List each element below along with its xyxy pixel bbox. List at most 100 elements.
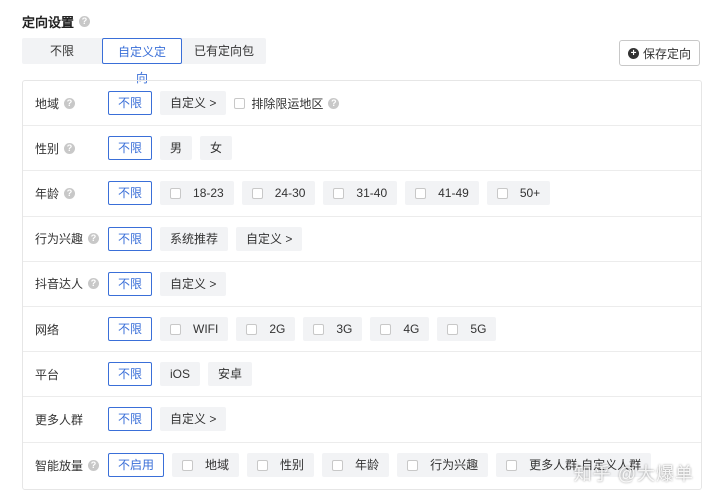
age-option[interactable]: 18-23 [160,181,234,206]
targeting-panel: 地域 ? 不限 自定义 > 排除限运地区 ? 性别 ? 不限 男 女 年龄 ? [22,80,702,490]
network-option[interactable]: 5G [437,317,497,342]
row-options: 不限 iOS 安卓 [108,362,253,387]
platform-option-android[interactable]: 安卓 [208,362,253,387]
system-recommend-option[interactable]: 系统推荐 [160,226,229,251]
checkbox-icon [182,459,194,471]
section-title: 定向设置 ? [22,12,91,31]
row-age: 年龄 ? 不限 18-23 24-30 31-40 41-49 50+ [23,171,701,217]
exclude-restricted-checkbox[interactable]: 排除限运地区 ? [234,95,340,112]
row-platform: 平台 不限 iOS 安卓 [23,352,701,398]
age-option[interactable]: 50+ [486,181,551,206]
expansion-option[interactable]: 行为兴趣 [397,453,489,478]
gender-option-male[interactable]: 男 [160,136,193,161]
row-options: 不限 男 女 [108,136,233,161]
expansion-option-label: 行为兴趣 [430,458,479,473]
row-network: 网络 不限 WIFI 2G 3G 4G 5G [23,307,701,353]
row-label: 年龄 ? [23,185,108,202]
section-title-text: 定向设置 [22,15,75,30]
plus-circle-icon: + [627,47,639,59]
row-label: 网络 [23,321,108,338]
row-label-text: 智能放量 [35,458,84,473]
gender-option-female[interactable]: 女 [200,136,233,161]
checkbox-icon [251,187,263,199]
help-icon[interactable]: ? [64,187,76,199]
network-option[interactable]: WIFI [160,317,229,342]
help-icon[interactable]: ? [88,233,100,245]
row-options: 不限 WIFI 2G 3G 4G 5G [108,317,497,342]
help-icon[interactable]: ? [88,278,100,290]
tab-existing-package[interactable]: 已有定向包 [182,38,266,64]
unlimited-option[interactable]: 不限 [108,271,153,296]
row-options: 不限 自定义 > [108,407,227,432]
age-option[interactable]: 41-49 [405,181,479,206]
age-option[interactable]: 24-30 [241,181,316,206]
expansion-option-label: 年龄 [355,458,380,473]
tab-custom-targeting[interactable]: 自定义定向 [102,38,182,85]
disable-option[interactable]: 不启用 [108,453,165,478]
save-targeting-label: 保存定向 [642,46,691,61]
row-douyin-creators: 抖音达人 ? 不限 自定义 > [23,262,701,307]
exclude-label: 排除限运地区 [251,96,324,111]
help-icon[interactable]: ? [88,459,100,471]
help-icon[interactable]: ? [64,142,76,154]
save-targeting-button[interactable]: + 保存定向 [618,40,700,66]
row-options: 不限 自定义 > 排除限运地区 ? [108,91,340,116]
unlimited-option[interactable]: 不限 [108,226,153,251]
checkbox-icon [407,459,419,471]
network-option-label: 3G [336,322,353,337]
checkbox-icon [506,459,518,471]
network-option-label: WIFI [193,322,219,337]
row-label: 智能放量 ? [23,457,108,474]
watermark: 知乎 @大爆单 [573,464,694,484]
custom-option[interactable]: 自定义 > [236,226,303,251]
age-option[interactable]: 31-40 [323,181,398,206]
row-label-text: 地域 [35,96,60,111]
help-icon[interactable]: ? [64,97,76,109]
network-option-label: 5G [470,322,487,337]
platform-option-ios[interactable]: iOS [160,362,201,387]
checkbox-icon [170,187,182,199]
row-label: 平台 [23,366,108,383]
help-icon[interactable]: ? [79,16,91,27]
checkbox-icon [496,187,508,199]
age-option-label: 31-40 [356,186,388,201]
network-option[interactable]: 3G [303,317,363,342]
help-icon[interactable]: ? [328,97,340,109]
age-option-label: 24-30 [274,186,306,201]
network-option[interactable]: 2G [236,317,296,342]
row-label-text: 更多人群 [35,412,84,427]
expansion-option-label: 地域 [205,458,230,473]
expansion-option[interactable]: 年龄 [322,453,390,478]
row-behavior-interest: 行为兴趣 ? 不限 系统推荐 自定义 > [23,217,701,262]
network-option-label: 4G [403,322,420,337]
row-label-text: 抖音达人 [35,277,84,292]
unlimited-option[interactable]: 不限 [108,407,153,432]
row-label-text: 行为兴趣 [35,232,84,247]
row-options: 不限 系统推荐 自定义 > [108,226,303,251]
tab-unlimited[interactable]: 不限 [22,38,102,64]
age-option-label: 50+ [519,186,541,201]
row-label-text: 平台 [35,367,60,382]
row-options: 不限 自定义 > [108,271,227,296]
custom-option[interactable]: 自定义 > [160,91,227,116]
unlimited-option[interactable]: 不限 [108,181,153,206]
checkbox-icon [313,323,325,335]
row-options: 不启用 地域 性别 年龄 行为兴趣 更多人群-自定义人群 [108,453,652,478]
custom-option[interactable]: 自定义 > [160,271,227,296]
row-label: 性别 ? [23,140,108,157]
checkbox-icon [415,187,427,199]
row-label: 抖音达人 ? [23,275,108,292]
unlimited-option[interactable]: 不限 [108,317,153,342]
expansion-option[interactable]: 性别 [247,453,315,478]
unlimited-option[interactable]: 不限 [108,91,153,116]
expansion-option[interactable]: 地域 [172,453,240,478]
checkbox-icon [246,323,258,335]
row-region: 地域 ? 不限 自定义 > 排除限运地区 ? [23,81,701,127]
unlimited-option[interactable]: 不限 [108,362,153,387]
row-label-text: 网络 [35,322,60,337]
network-option[interactable]: 4G [370,317,430,342]
unlimited-option[interactable]: 不限 [108,136,153,161]
custom-option[interactable]: 自定义 > [160,407,227,432]
row-gender: 性别 ? 不限 男 女 [23,126,701,172]
checkbox-icon [234,97,246,109]
